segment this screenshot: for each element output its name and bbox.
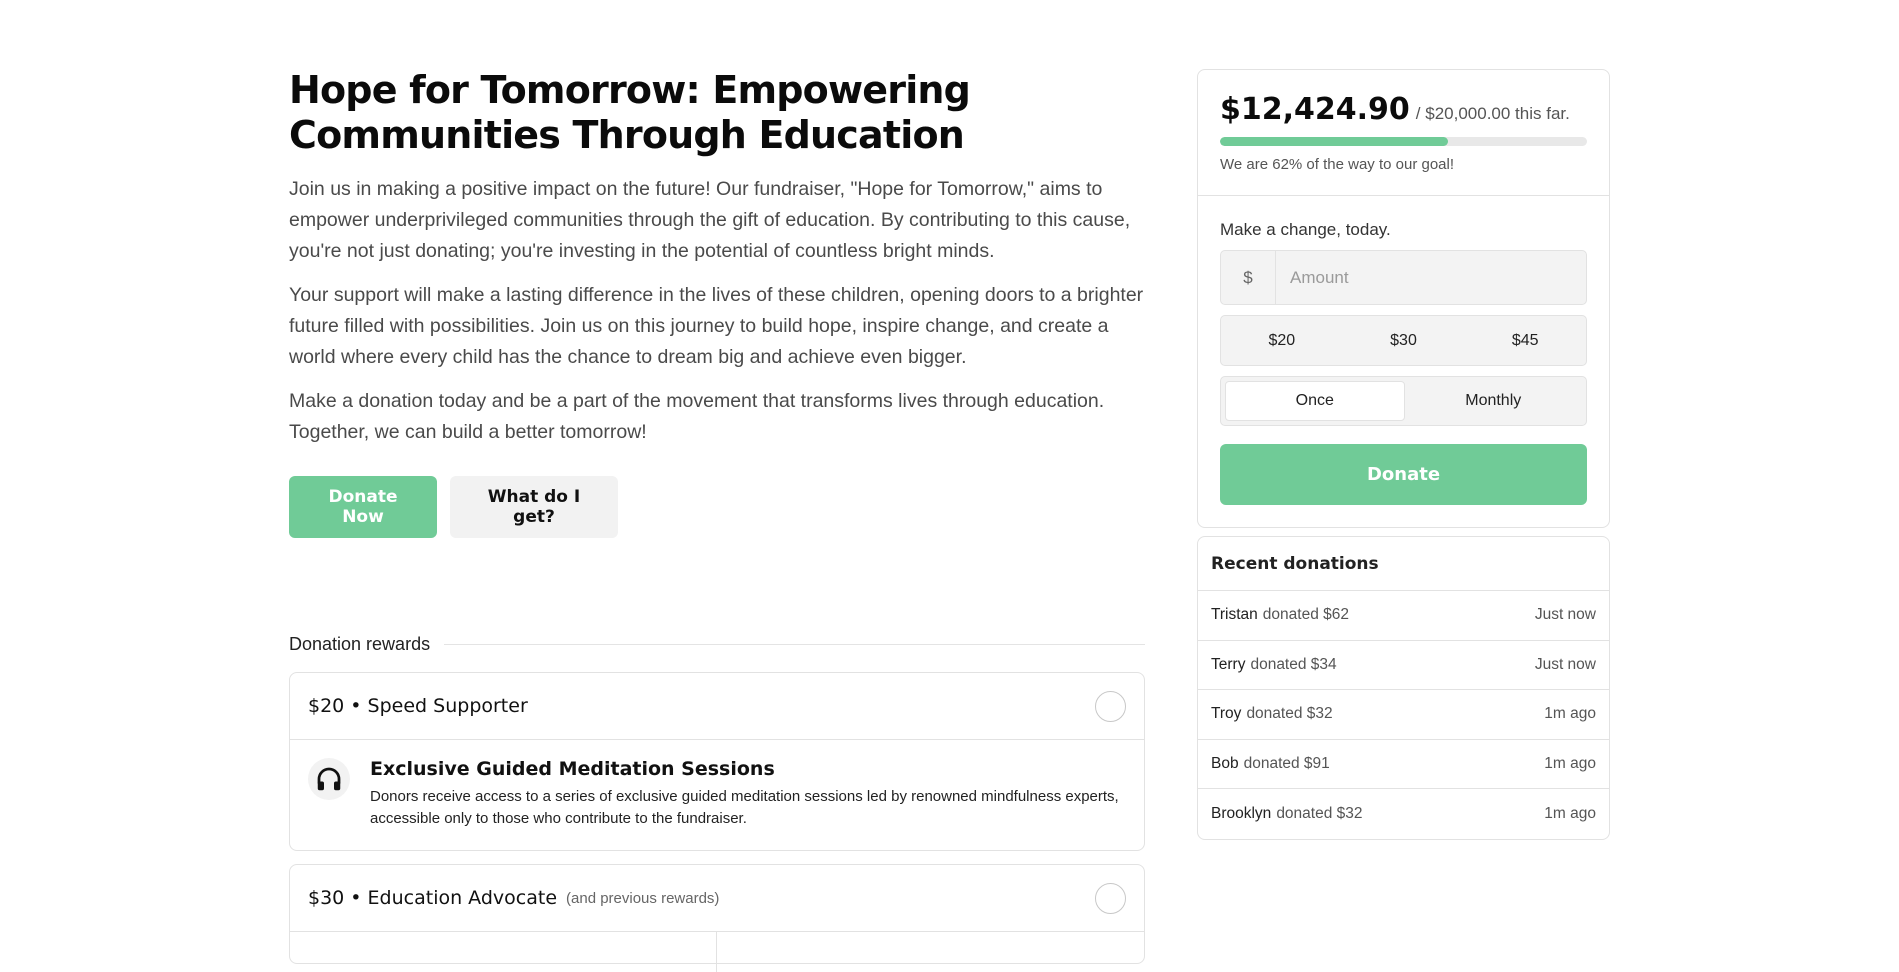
amount-input[interactable] xyxy=(1276,251,1586,304)
description-paragraph: Make a donation today and be a part of t… xyxy=(289,390,1105,443)
cta-row: Donate Now What do I get? xyxy=(289,476,1145,538)
rewards-heading-label: Donation rewards xyxy=(289,634,431,654)
donor-name: Bob xyxy=(1211,754,1239,772)
preset-amount-button[interactable]: $20 xyxy=(1221,316,1343,365)
goal-progress: $12,424.90 / $20,000.00 this far. We are… xyxy=(1198,70,1609,196)
donation-text: donated $32 xyxy=(1246,705,1333,723)
donate-form: Make a change, today. $ $20 $30 $45 Once… xyxy=(1198,196,1609,527)
what-do-i-get-button[interactable]: What do I get? xyxy=(450,476,618,538)
divider xyxy=(716,932,717,972)
currency-symbol: $ xyxy=(1221,251,1276,304)
list-item: Brooklyn donated $32 1m ago xyxy=(1198,789,1609,839)
donor-name: Troy xyxy=(1211,705,1242,723)
progress-bar xyxy=(1220,137,1587,146)
reward-tier-radio[interactable] xyxy=(1095,690,1126,722)
donation-time: Just now xyxy=(1534,606,1596,624)
list-item: Tristan donated $62 Just now xyxy=(1198,591,1609,641)
frequency-once-option[interactable]: Once xyxy=(1225,381,1405,421)
donation-text: donated $34 xyxy=(1250,655,1337,673)
donation-text: donated $91 xyxy=(1243,754,1330,772)
recent-donations-title: Recent donations xyxy=(1198,537,1609,591)
donation-time: Just now xyxy=(1534,655,1596,673)
reward-tier-title: $20 • Speed Supporter xyxy=(308,695,528,717)
reward-tier-subtitle: (and previous rewards) xyxy=(566,889,720,907)
description-paragraph: Your support will make a lasting differe… xyxy=(289,284,1144,368)
recent-donations: Recent donations Tristan donated $62 Jus… xyxy=(1197,536,1610,840)
donor-name: Terry xyxy=(1211,655,1246,673)
divider xyxy=(444,644,1145,645)
donate-now-button[interactable]: Donate Now xyxy=(289,476,437,538)
reward-tier-radio[interactable] xyxy=(1095,882,1126,914)
donation-text: donated $32 xyxy=(1276,804,1363,822)
reward-tier-header[interactable]: $20 • Speed Supporter xyxy=(290,673,1144,740)
campaign-section: Hope for Tomorrow: Empowering Communitie… xyxy=(289,68,1145,538)
perk-text: Exclusive Guided Meditation Sessions Don… xyxy=(370,758,1126,830)
rewards-heading: Donation rewards xyxy=(289,634,1145,655)
form-label: Make a change, today. xyxy=(1220,220,1391,239)
reward-tier-title: $30 • Education Advocate xyxy=(308,887,558,909)
frequency-toggle: Once Monthly xyxy=(1220,376,1587,426)
reward-tier-card[interactable]: $20 • Speed Supporter Exclusive Guided M… xyxy=(289,672,1145,851)
reward-tier-card[interactable]: $30 • Education Advocate (and previous r… xyxy=(289,864,1145,972)
donation-time: 1m ago xyxy=(1544,705,1596,723)
frequency-monthly-option[interactable]: Monthly xyxy=(1405,381,1583,421)
perk-title: Exclusive Guided Meditation Sessions xyxy=(370,758,775,780)
goal-note: We are 62% of the way to our goal! xyxy=(1220,156,1455,173)
list-item: Troy donated $32 1m ago xyxy=(1198,690,1609,740)
donation-text: donated $62 xyxy=(1262,606,1349,624)
preset-amount-button[interactable]: $30 xyxy=(1343,316,1465,365)
goal-amounts: $12,424.90 / $20,000.00 this far. xyxy=(1220,92,1587,127)
reward-perk: Exclusive Guided Meditation Sessions Don… xyxy=(290,740,1144,848)
perk-description: Donors receive access to a series of exc… xyxy=(370,788,1119,827)
donor-name: Brooklyn xyxy=(1211,804,1272,822)
donate-button[interactable]: Donate xyxy=(1220,444,1587,505)
goal-target: / $20,000.00 this far. xyxy=(1415,104,1570,123)
headphones-icon xyxy=(308,758,350,800)
amount-field[interactable]: $ xyxy=(1220,250,1587,305)
donor-name: Tristan xyxy=(1211,606,1258,624)
page-title: Hope for Tomorrow: Empowering Communitie… xyxy=(289,68,971,157)
donation-time: 1m ago xyxy=(1544,804,1596,822)
amount-raised: $12,424.90 xyxy=(1220,92,1410,127)
list-item: Terry donated $34 Just now xyxy=(1198,641,1609,690)
progress-bar-fill xyxy=(1220,137,1448,146)
amount-presets: $20 $30 $45 xyxy=(1220,315,1587,366)
donation-panel: $12,424.90 / $20,000.00 this far. We are… xyxy=(1197,69,1610,528)
donation-time: 1m ago xyxy=(1544,754,1596,772)
description-paragraph: Join us in making a positive impact on t… xyxy=(289,178,1131,262)
reward-tier-header[interactable]: $30 • Education Advocate (and previous r… xyxy=(290,865,1144,932)
preset-amount-button[interactable]: $45 xyxy=(1464,316,1586,365)
list-item: Bob donated $91 1m ago xyxy=(1198,740,1609,789)
